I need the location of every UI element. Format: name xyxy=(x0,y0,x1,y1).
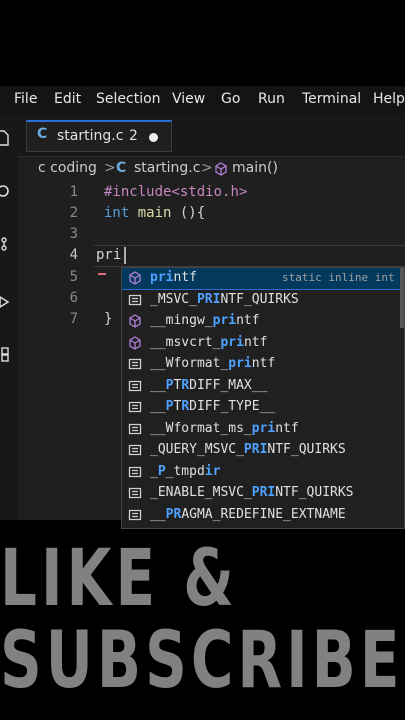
menu-view[interactable]: View xyxy=(172,91,205,107)
type-keyword: int xyxy=(104,205,130,221)
suggestion-label: __PTRDIFF_MAX__ xyxy=(150,377,268,393)
tab-filename: starting.c xyxy=(57,128,124,144)
suggestion-label: _QUERY_MSVC_PRINTF_QUIRKS xyxy=(150,442,346,457)
menu-edit[interactable]: Edit xyxy=(54,91,81,107)
cube-icon xyxy=(129,271,141,285)
menu-run[interactable]: Run xyxy=(258,91,285,107)
menu-help[interactable]: Help xyxy=(373,91,405,107)
tab-bar: C starting.c 2 xyxy=(18,114,405,157)
suggestion-label: __mingw_printf xyxy=(150,313,260,328)
subscribe-overlay-text: SUBSCRIBE xyxy=(0,614,404,706)
chevron-right-icon: > xyxy=(104,160,116,176)
breadcrumb-symbol[interactable]: main() xyxy=(232,160,278,176)
snippet-icon xyxy=(128,509,142,520)
snippet-icon xyxy=(128,444,142,456)
suggestion-label: __Wformat_ms_printf xyxy=(150,420,299,436)
line-number: 4 xyxy=(69,247,78,263)
suggestion-detail: static inline int xyxy=(282,271,395,284)
like-overlay-text: LIKE & xyxy=(0,532,238,624)
source-control-icon[interactable] xyxy=(0,236,10,252)
error-squiggle xyxy=(98,267,106,275)
activity-bar xyxy=(0,114,19,520)
suggestion-label: __Wformat_printf xyxy=(150,356,276,371)
run-debug-icon[interactable] xyxy=(0,294,10,310)
suggestion-label: __PRAGMA_REDEFINE_EXTNAME xyxy=(150,506,346,522)
suggestion-item[interactable]: __msvcrt_printf xyxy=(122,333,404,354)
suggestion-item[interactable]: __Wformat_ms_printf xyxy=(122,419,404,440)
suggestion-item[interactable]: _MSVC_PRINTF_QUIRKS xyxy=(122,290,404,311)
suggestion-item[interactable]: _ENABLE_MSVC_PRINTF_QUIRKS xyxy=(122,483,404,504)
line-number: 5 xyxy=(69,269,78,285)
c-file-icon: C xyxy=(37,126,48,142)
include-directive: #include xyxy=(104,184,172,200)
suggestion-item[interactable]: __PTRDIFF_MAX__ xyxy=(122,376,404,397)
snippet-icon xyxy=(128,423,142,434)
snippet-icon xyxy=(128,358,142,370)
suggestion-item[interactable]: __mingw_printf xyxy=(122,311,404,332)
current-line-highlight xyxy=(94,245,405,267)
line-number: 2 xyxy=(69,205,78,221)
problem-count-badge: 2 xyxy=(129,128,138,144)
snippet-icon xyxy=(128,380,142,391)
suggestion-label: __PTRDIFF_TYPE__ xyxy=(150,399,276,414)
line-number: 3 xyxy=(69,226,78,242)
code-line-1: #include<stdio.h> xyxy=(104,184,247,200)
line-number-gutter: 1 2 3 4 5 6 7 xyxy=(18,181,78,520)
suggestion-item[interactable]: _QUERY_MSVC_PRINTF_QUIRKS xyxy=(122,440,404,461)
suggestion-item[interactable]: __PTRDIFF_TYPE__ xyxy=(122,397,404,418)
tab-starting-c[interactable]: C starting.c 2 xyxy=(26,120,172,152)
suggest-scrollbar[interactable] xyxy=(400,268,404,328)
suggestion-label: __msvcrt_printf xyxy=(150,334,268,350)
code-line-2: int main (){ xyxy=(104,205,205,221)
suggestion-label: _ENABLE_MSVC_PRINTF_QUIRKS xyxy=(150,485,354,500)
snippet-icon xyxy=(128,401,142,413)
menu-go[interactable]: Go xyxy=(221,91,240,107)
snippet-icon xyxy=(128,294,142,305)
closing-brace: } xyxy=(104,311,113,327)
menu-selection[interactable]: Selection xyxy=(96,91,161,107)
search-icon[interactable] xyxy=(0,184,10,200)
suggestion-item[interactable]: __PRAGMA_REDEFINE_EXTNAME xyxy=(122,505,404,526)
menu-file[interactable]: File xyxy=(14,91,37,107)
suggestion-label: _P_tmpdir xyxy=(150,463,221,479)
suggestion-label: printf xyxy=(150,270,197,285)
suggestion-item[interactable]: _P_tmpdir xyxy=(122,462,404,483)
breadcrumb-file[interactable]: starting.c xyxy=(134,160,200,176)
snippet-icon xyxy=(128,466,142,477)
explorer-icon[interactable] xyxy=(0,130,10,146)
unsaved-dot-icon[interactable] xyxy=(149,133,158,142)
autocomplete-suggest-widget[interactable]: printf _MSVC_PRINTF_QUIRKS __mingw_printf _… xyxy=(121,267,405,529)
function-name: main xyxy=(137,205,172,221)
line-number: 7 xyxy=(69,311,78,327)
include-header: <stdio.h> xyxy=(171,184,248,200)
cube-icon xyxy=(129,335,141,350)
line-number: 1 xyxy=(69,184,78,200)
breadcrumb-folder[interactable]: c coding xyxy=(38,160,97,176)
line-number: 6 xyxy=(69,290,78,306)
menu-bar: File Edit Selection View Go Run Terminal… xyxy=(0,86,405,114)
typed-text: pri xyxy=(96,247,122,263)
code-punct: (){ xyxy=(171,205,206,221)
menu-terminal[interactable]: Terminal xyxy=(302,91,361,107)
text-cursor xyxy=(124,247,126,264)
cube-icon xyxy=(129,314,141,328)
breadcrumb: c coding > C starting.c > main() xyxy=(18,157,405,181)
c-file-icon: C xyxy=(116,160,127,176)
cube-icon xyxy=(215,162,227,176)
snippet-icon xyxy=(128,487,142,499)
code-line-4: pri xyxy=(96,247,121,263)
suggestion-item[interactable]: __Wformat_printf xyxy=(122,354,404,375)
chevron-right-icon: > xyxy=(201,160,213,176)
code-line-7: } xyxy=(104,311,112,327)
suggestion-label: _MSVC_PRINTF_QUIRKS xyxy=(150,291,299,307)
extensions-icon[interactable] xyxy=(0,346,10,362)
